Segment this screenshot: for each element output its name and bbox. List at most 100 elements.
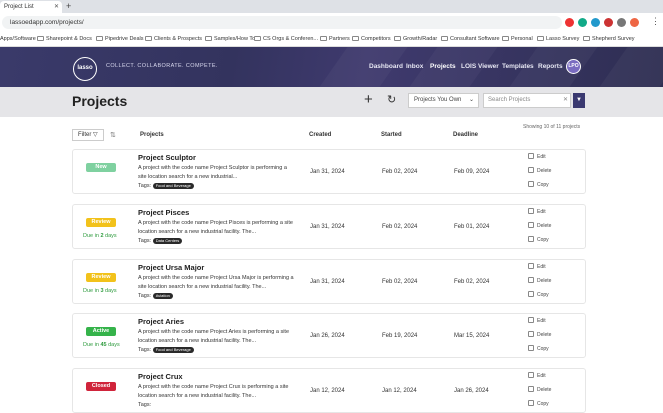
- extension-icon[interactable]: [578, 18, 587, 27]
- filter-button[interactable]: Filter ▽: [72, 129, 104, 141]
- started-date: Feb 02, 2024: [382, 279, 418, 285]
- nav-dashboard[interactable]: Dashboard: [369, 63, 403, 70]
- bookmark-item[interactable]: Partners: [320, 32, 350, 47]
- nav-templates[interactable]: Templates: [502, 63, 534, 70]
- edit-button[interactable]: Edit: [528, 263, 546, 270]
- nav-inbox[interactable]: Inbox: [406, 63, 423, 70]
- refresh-icon[interactable]: ↻: [387, 93, 396, 106]
- folder-icon: [37, 36, 44, 41]
- project-card[interactable]: Review Due in 3 days Project Ursa Major A p…: [72, 259, 586, 304]
- close-tab-icon[interactable]: ✕: [54, 1, 59, 13]
- extension-icon[interactable]: [617, 18, 626, 27]
- avatar[interactable]: LPO: [566, 59, 581, 74]
- edit-button[interactable]: Edit: [528, 372, 546, 379]
- nav-reports[interactable]: Reports: [538, 63, 563, 70]
- project-name[interactable]: Project Sculptor: [138, 153, 196, 162]
- column-header-projects[interactable]: Projects: [140, 132, 164, 138]
- search-input[interactable]: Search Projects: [483, 93, 571, 108]
- edit-icon: [528, 372, 534, 378]
- copy-button[interactable]: Copy: [528, 236, 549, 243]
- copy-icon: [528, 345, 534, 351]
- page-title: Projects: [72, 93, 128, 109]
- lasso-logo[interactable]: lasso: [73, 57, 97, 81]
- sort-icon[interactable]: ⇅: [110, 131, 116, 139]
- status-badge: Review: [86, 218, 116, 227]
- url-text: lassoedapp.com/projects/: [10, 19, 84, 26]
- project-description: A project with the code name Project Pis…: [138, 220, 293, 235]
- project-description: A project with the code name Project Urs…: [138, 275, 294, 290]
- copy-icon: [528, 291, 534, 297]
- nav-lois-viewer[interactable]: LOIS Viewer: [461, 63, 499, 70]
- created-date: Jan 26, 2024: [310, 333, 345, 339]
- copy-button[interactable]: Copy: [528, 181, 549, 188]
- project-card[interactable]: Review Due in 2 days Project Pisces A proje…: [72, 204, 586, 249]
- bookmark-item[interactable]: Clients & Prospects: [145, 32, 202, 47]
- extension-icon[interactable]: [565, 18, 574, 27]
- folder-icon: [537, 36, 544, 41]
- bookmark-item[interactable]: Competitors: [352, 32, 391, 47]
- edit-button[interactable]: Edit: [528, 153, 546, 160]
- edit-button[interactable]: Edit: [528, 208, 546, 215]
- clear-icon[interactable]: ✕: [563, 93, 568, 108]
- project-tags: Tags: Data Centers: [138, 238, 183, 244]
- folder-icon: [502, 36, 509, 41]
- delete-button[interactable]: Delete: [528, 331, 551, 338]
- project-card[interactable]: New Project Sculptor A project with the co…: [72, 149, 586, 194]
- started-date: Feb 19, 2024: [382, 333, 418, 339]
- new-tab-icon[interactable]: +: [66, 0, 71, 13]
- edit-button[interactable]: Edit: [528, 317, 546, 324]
- trash-icon: [528, 331, 534, 337]
- search-button[interactable]: ▼: [573, 93, 585, 108]
- tag-chip[interactable]: Aviation: [152, 293, 173, 299]
- project-name[interactable]: Project Crux: [138, 372, 183, 381]
- bookmark-item[interactable]: Pipedrive Deals: [96, 32, 144, 47]
- tag-chip[interactable]: Food and Beverage: [152, 183, 194, 189]
- delete-button[interactable]: Delete: [528, 167, 551, 174]
- delete-button[interactable]: Delete: [528, 277, 551, 284]
- folder-icon: [145, 36, 152, 41]
- result-count: Showing 10 of 11 projects: [523, 124, 581, 130]
- bookmark-item[interactable]: Consultant Software: [441, 32, 500, 47]
- tag-chip[interactable]: Data Centers: [152, 238, 183, 244]
- project-card[interactable]: Active Due in 45 days Project Aries A proje…: [72, 313, 586, 358]
- trash-icon: [528, 277, 534, 283]
- add-project-icon[interactable]: +: [364, 91, 373, 108]
- url-bar[interactable]: lassoedapp.com/projects/: [2, 16, 562, 29]
- status-badge: Active: [86, 327, 116, 336]
- project-description: A project with the code name Project Ari…: [138, 329, 290, 344]
- nav-projects[interactable]: Projects: [430, 63, 456, 70]
- project-name[interactable]: Project Pisces: [138, 208, 189, 217]
- tab-title: Project List: [4, 4, 34, 10]
- profile-icon[interactable]: [630, 18, 639, 27]
- funnel-icon: ▽: [93, 132, 98, 138]
- bookmark-item[interactable]: Apps/Software: [0, 32, 36, 47]
- bookmark-item[interactable]: Growth/Radar: [394, 32, 437, 47]
- delete-button[interactable]: Delete: [528, 386, 551, 393]
- ownership-select[interactable]: Projects You Own ⌄: [408, 93, 479, 108]
- column-header-started[interactable]: Started: [381, 132, 402, 138]
- column-header-created[interactable]: Created: [309, 132, 331, 138]
- delete-button[interactable]: Delete: [528, 222, 551, 229]
- bookmark-item[interactable]: Shepherd Survey: [583, 32, 635, 47]
- started-date: Feb 02, 2024: [382, 224, 418, 230]
- browser-tab[interactable]: Project List ✕: [0, 1, 62, 13]
- project-tags: Tags: Food and Beverage: [138, 347, 194, 353]
- tag-chip[interactable]: Food and Beverage: [152, 347, 194, 353]
- column-header-deadline[interactable]: Deadline: [453, 132, 478, 138]
- project-card[interactable]: Closed Project Crux A project with the cod…: [72, 368, 586, 413]
- copy-button[interactable]: Copy: [528, 291, 549, 298]
- extension-icon[interactable]: [604, 18, 613, 27]
- edit-icon: [528, 153, 534, 159]
- bookmark-item[interactable]: Samples/How To: [205, 32, 255, 47]
- bookmark-item[interactable]: CS Orgs & Conferen...: [254, 32, 318, 47]
- extension-icon[interactable]: [591, 18, 600, 27]
- edit-icon: [528, 317, 534, 323]
- project-name[interactable]: Project Ursa Major: [138, 263, 204, 272]
- bookmark-item[interactable]: Personal: [502, 32, 533, 47]
- created-date: Jan 31, 2024: [310, 279, 345, 285]
- bookmark-item[interactable]: Sharepoint & Docs: [37, 32, 92, 47]
- menu-icon[interactable]: ⋮: [651, 16, 660, 27]
- bookmark-item[interactable]: Lasso Survey: [537, 32, 579, 47]
- copy-button[interactable]: Copy: [528, 345, 549, 352]
- project-name[interactable]: Project Aries: [138, 317, 184, 326]
